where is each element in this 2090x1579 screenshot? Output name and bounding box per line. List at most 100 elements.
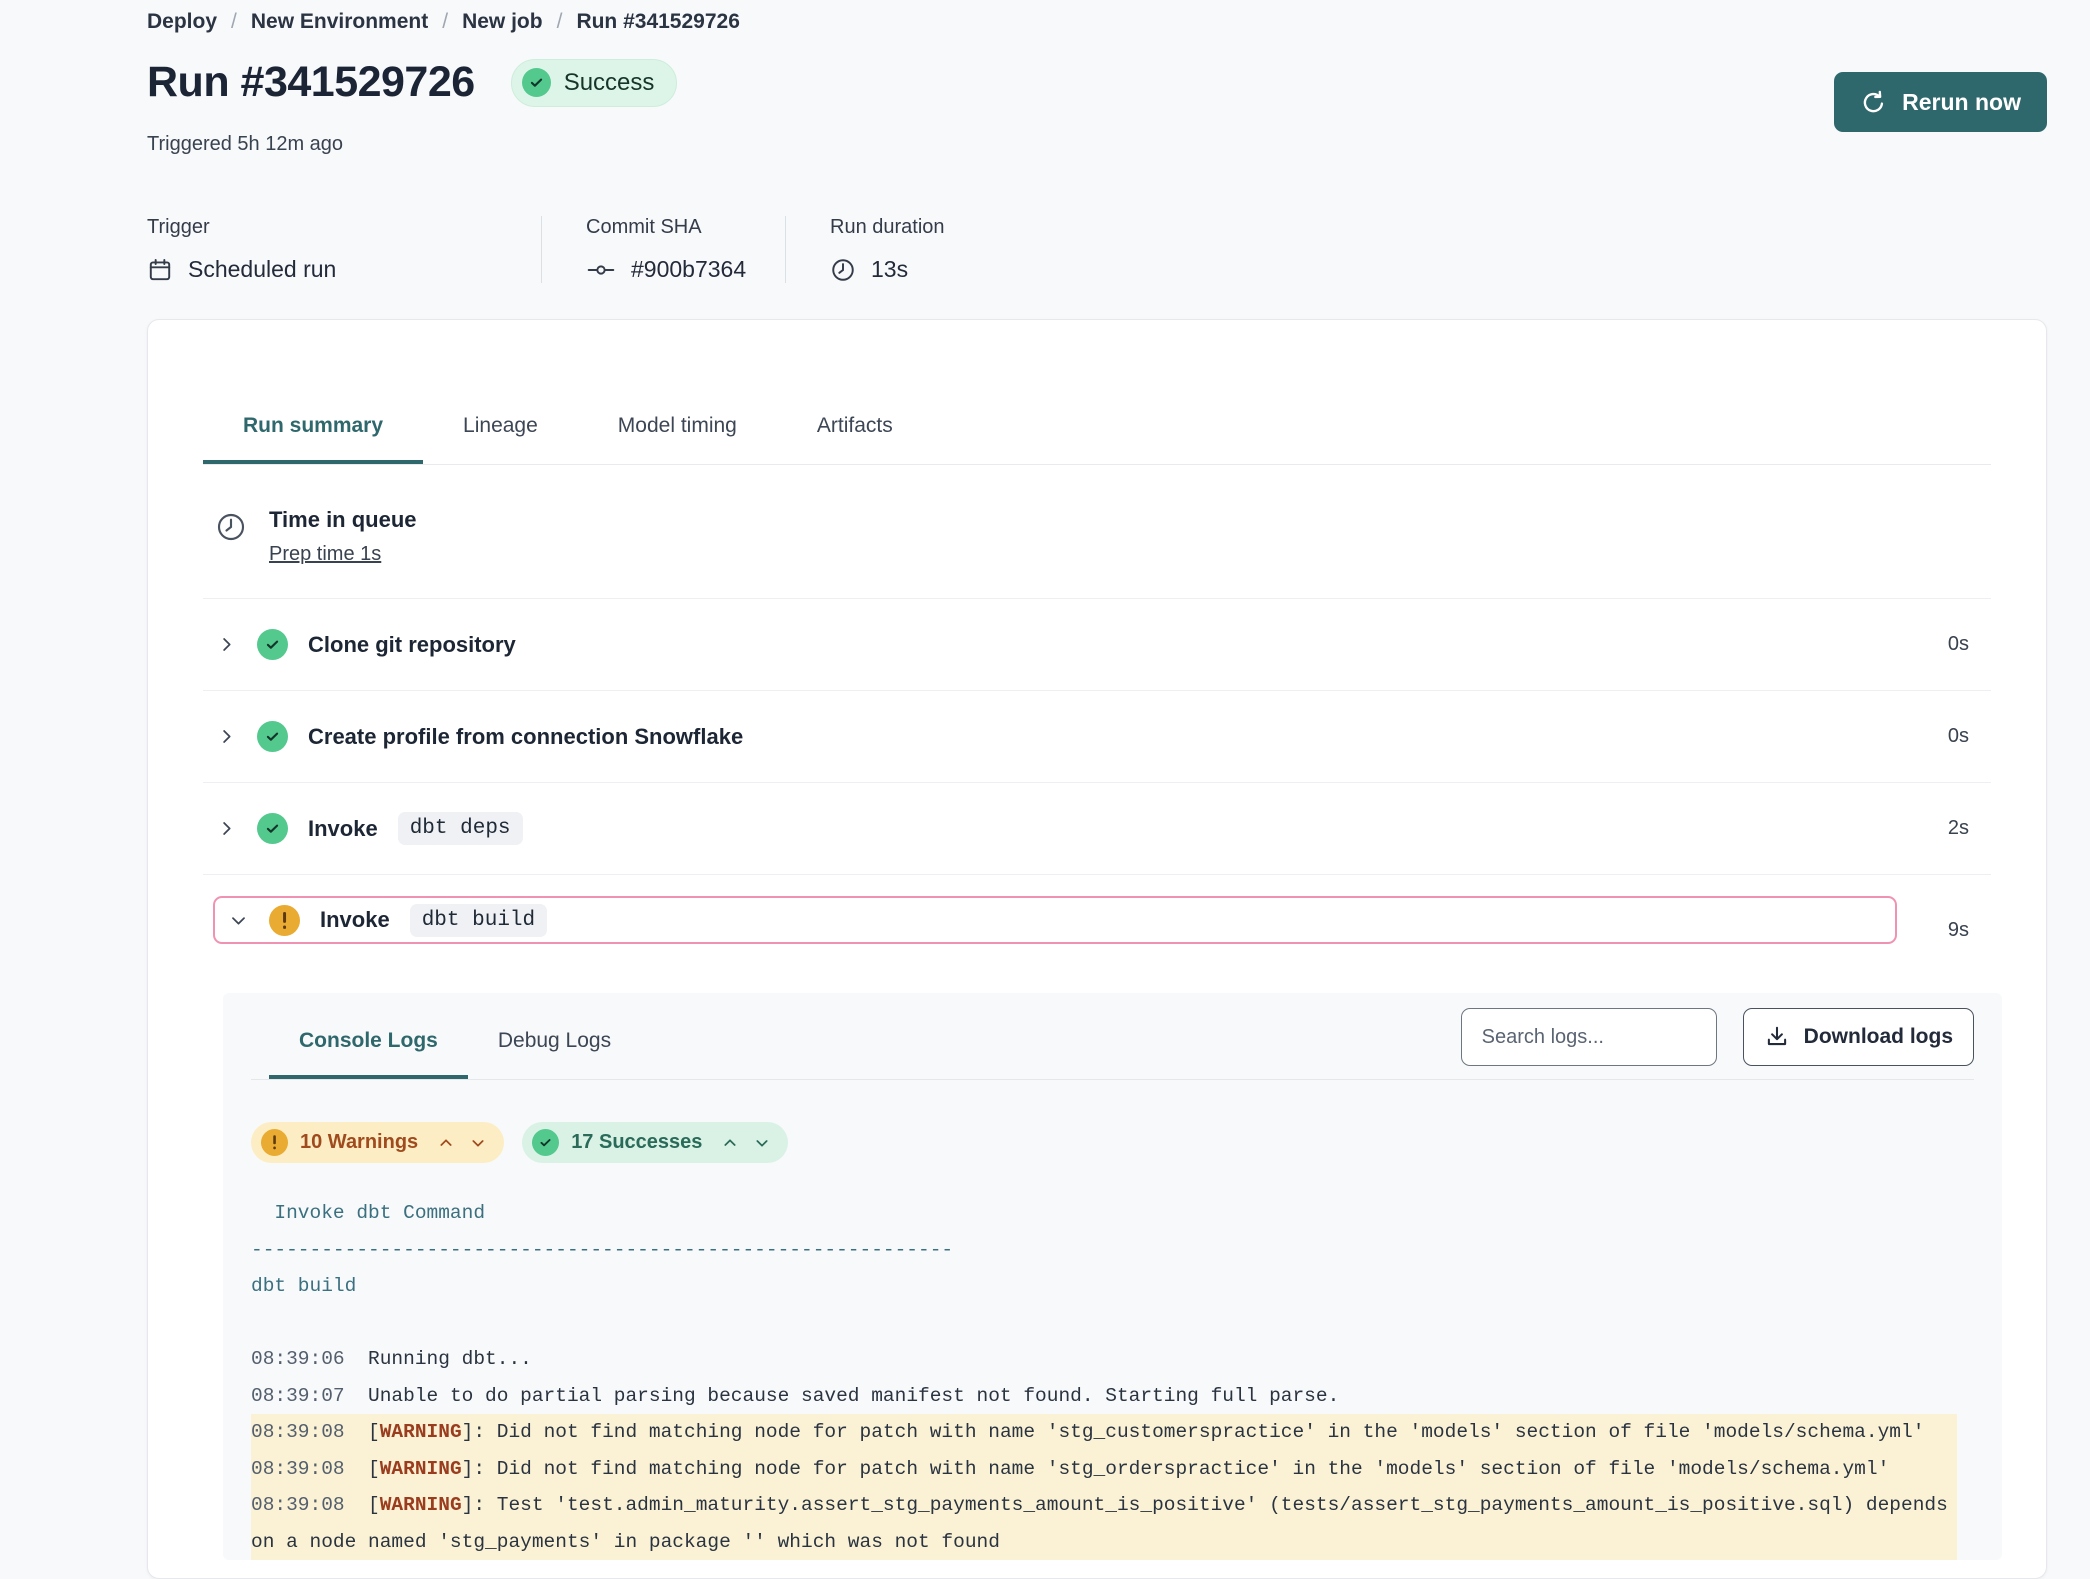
status-badge: Success: [511, 59, 678, 107]
breadcrumb-item[interactable]: Deploy: [147, 10, 217, 34]
tab-lineage[interactable]: Lineage: [423, 388, 578, 464]
breadcrumb: Deploy / New Environment / New job / Run #3415…: [147, 4, 2090, 40]
log-line: [251, 1305, 1957, 1342]
log-header: Console LogsDebug Logs Download logs: [251, 993, 1974, 1080]
clock-icon: [215, 511, 247, 543]
log-timestamp: 08:39:06: [251, 1348, 345, 1370]
chevron-right-icon: [215, 727, 237, 746]
warnings-badge-label: 10 Warnings: [300, 1131, 418, 1154]
log-timestamp: 08:39:08: [251, 1421, 345, 1443]
breadcrumb-separator: /: [442, 10, 448, 34]
meta-trigger: Trigger Scheduled run: [147, 216, 541, 283]
log-line: Invoke dbt Command: [251, 1195, 1957, 1232]
log-timestamp: 08:39:08: [251, 1494, 345, 1516]
steps-list: Clone git repository 0s Create profile f…: [203, 599, 1991, 985]
download-logs-label: Download logs: [1804, 1025, 1953, 1049]
log-timestamp: 08:39:07: [251, 1385, 345, 1407]
download-icon: [1764, 1024, 1790, 1050]
meta-duration-value: 13s: [871, 256, 908, 283]
success-check-icon: [257, 629, 288, 660]
caret-up-icon[interactable]: [722, 1135, 738, 1151]
chevron-right-icon: [215, 819, 237, 838]
warnings-badge[interactable]: 10 Warnings: [251, 1122, 504, 1163]
step-command-chip: dbt build: [410, 904, 547, 937]
page-title: Run #341529726: [147, 58, 475, 107]
log-line: ----------------------------------------…: [251, 1232, 1957, 1269]
tab-model-timing[interactable]: Model timing: [578, 388, 777, 464]
success-check-icon: [257, 813, 288, 844]
warning-icon: [261, 1129, 288, 1156]
prep-time-link[interactable]: Prep time 1s: [269, 543, 381, 566]
step-row[interactable]: Invoke dbt deps 2s: [203, 783, 1991, 875]
run-page: Deploy / New Environment / New job / Run #3415…: [0, 0, 2090, 1579]
log-tab-console-logs[interactable]: Console Logs: [269, 1007, 468, 1079]
time-in-queue-title: Time in queue: [269, 507, 417, 533]
meta-commit-value: #900b7364: [631, 256, 746, 283]
run-tabs: Run summaryLineageModel timingArtifacts: [203, 388, 1991, 465]
log-tabs: Console LogsDebug Logs: [269, 1007, 641, 1079]
step-duration: 0s: [1921, 633, 1991, 656]
tab-artifacts[interactable]: Artifacts: [777, 388, 933, 464]
step-row[interactable]: Invoke dbt build 9s: [203, 875, 1991, 985]
step-row[interactable]: Create profile from connection Snowflake…: [203, 691, 1991, 783]
step-title: Create profile from connection Snowflake: [308, 724, 743, 750]
calendar-icon: [147, 257, 173, 283]
meta-trigger-label: Trigger: [147, 216, 501, 239]
caret-up-icon[interactable]: [438, 1135, 454, 1151]
page-header: Run #341529726 Success Triggered 5h 12m …: [147, 58, 2047, 156]
tab-run-summary[interactable]: Run summary: [203, 388, 423, 464]
log-timestamp: 08:39:08: [251, 1458, 345, 1480]
search-logs-input[interactable]: [1461, 1008, 1717, 1066]
step-duration: 9s: [1921, 919, 1991, 942]
log-level-warning: WARNING: [380, 1458, 462, 1480]
successes-badge[interactable]: 17 Successes: [522, 1122, 788, 1163]
title-block: Run #341529726 Success Triggered 5h 12m …: [147, 58, 677, 156]
caret-down-icon[interactable]: [470, 1135, 486, 1151]
run-summary-card: Run summaryLineageModel timingArtifacts …: [147, 319, 2047, 1579]
log-line: dbt build: [251, 1268, 1957, 1305]
download-logs-button[interactable]: Download logs: [1743, 1008, 1974, 1066]
breadcrumb-item[interactable]: New job: [462, 10, 543, 34]
chevron-right-icon: [215, 635, 237, 654]
log-panel: Console LogsDebug Logs Download logs: [223, 993, 2002, 1560]
log-line: 08:39:06 Running dbt...: [251, 1341, 1957, 1378]
breadcrumb-separator: /: [231, 10, 237, 34]
clock-icon: [830, 257, 856, 283]
breadcrumb-item[interactable]: New Environment: [251, 10, 428, 34]
caret-down-icon[interactable]: [754, 1135, 770, 1151]
rerun-now-label: Rerun now: [1902, 89, 2021, 116]
breadcrumb-separator: /: [557, 10, 563, 34]
meta-duration-label: Run duration: [830, 216, 945, 239]
meta-trigger-value: Scheduled run: [188, 256, 336, 283]
log-count-badges: 10 Warnings 17 Successes: [251, 1122, 1974, 1163]
warning-icon: [269, 905, 300, 936]
log-tab-debug-logs[interactable]: Debug Logs: [468, 1007, 641, 1079]
log-level-warning: WARNING: [380, 1421, 462, 1443]
log-line: 08:39:08 [WARNING]: Did not find matchin…: [251, 1414, 1957, 1451]
successes-badge-label: 17 Successes: [571, 1131, 702, 1154]
log-line: 08:39:08 [WARNING]: Did not find matchin…: [251, 1451, 1957, 1488]
refresh-icon: [1860, 89, 1887, 116]
step-duration: 0s: [1921, 725, 1991, 748]
step-title: Clone git repository: [308, 632, 516, 658]
check-circle-icon: [522, 68, 551, 97]
triggered-ago: Triggered 5h 12m ago: [147, 133, 677, 156]
run-meta: Trigger Scheduled run Commit SHA #900b73…: [147, 216, 2090, 283]
success-check-icon: [257, 721, 288, 752]
meta-duration: Run duration 13s: [785, 216, 985, 283]
meta-commit: Commit SHA #900b7364: [541, 216, 785, 283]
check-circle-icon: [532, 1129, 559, 1156]
chevron-down-icon: [227, 911, 249, 930]
log-actions: Download logs: [1461, 1008, 1974, 1066]
console-log-output: Invoke dbt Command----------------------…: [251, 1195, 1957, 1560]
rerun-now-button[interactable]: Rerun now: [1834, 72, 2047, 132]
breadcrumb-item[interactable]: Run #341529726: [576, 10, 739, 34]
step-row[interactable]: Clone git repository 0s: [203, 599, 1991, 691]
time-in-queue-section: Time in queue Prep time 1s: [203, 465, 1991, 599]
step-title: Invoke: [320, 907, 390, 933]
status-badge-label: Success: [564, 69, 655, 97]
step-title: Invoke: [308, 816, 378, 842]
log-line: 08:39:08 [WARNING]: Test 'test.admin_mat…: [251, 1487, 1957, 1560]
log-level-warning: WARNING: [380, 1494, 462, 1516]
commit-icon: [586, 257, 616, 283]
